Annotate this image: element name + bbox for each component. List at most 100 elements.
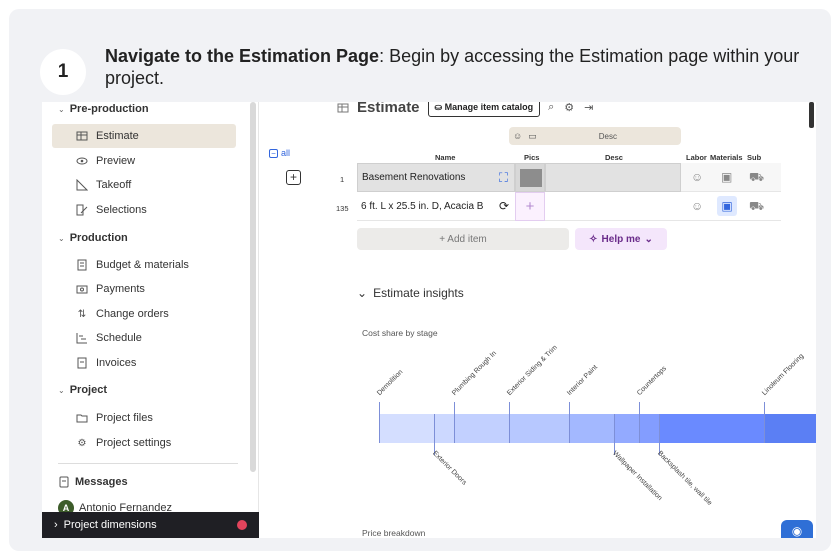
tutorial-card: 1 Navigate to the Estimation Page: Begin…: [9, 9, 831, 551]
col-sub: Sub: [747, 153, 762, 162]
stage-segment[interactable]: [764, 414, 816, 443]
truck-icon[interactable]: ⛟: [749, 199, 764, 215]
row-name: 6 ft. L x 25.5 in. D, Acacia B: [361, 200, 484, 212]
sidebar-item-schedule[interactable]: Schedule: [52, 326, 236, 350]
materials-icon[interactable]: ▣: [717, 196, 737, 216]
row-desc[interactable]: [545, 163, 681, 192]
section-production[interactable]: ⌄ Production: [58, 232, 128, 244]
section-project[interactable]: ⌄ Project: [58, 384, 107, 396]
stage-tick: [764, 402, 765, 443]
stage-label: Exterior Doors: [431, 450, 468, 487]
labor-icon[interactable]: ☺: [691, 199, 703, 213]
calculator-icon: [76, 259, 88, 271]
table-row[interactable]: Basement Renovations ⛶: [357, 163, 515, 192]
app-screenshot: ⌄ Pre-production Estimate Preview Takeoff…: [42, 102, 816, 538]
stage-tick: [659, 414, 660, 455]
sidebar-item-selections[interactable]: Selections: [52, 198, 236, 222]
sidebar-item-project-settings[interactable]: ⚙ Project settings: [52, 431, 236, 455]
sidebar-scrollbar[interactable]: [250, 102, 256, 472]
collapse-icon: −: [269, 148, 278, 158]
row-desc[interactable]: [545, 192, 681, 221]
sync-icon: ⟳: [498, 199, 509, 213]
section-pre-production[interactable]: ⌄ Pre-production: [58, 103, 149, 115]
step-title: Navigate to the Estimation Page: [105, 46, 380, 66]
manage-item-catalog-button[interactable]: ⛀ Manage item catalog: [427, 102, 541, 117]
sidebar-item-messages[interactable]: Messages: [58, 476, 128, 488]
table-row[interactable]: 6 ft. L x 25.5 in. D, Acacia B ⟳: [357, 192, 515, 221]
stage-segment[interactable]: [509, 414, 569, 443]
stage-tick: [434, 414, 435, 455]
message-icon: [58, 476, 70, 488]
col-labor: Labor: [686, 153, 707, 162]
invoice-icon: [76, 357, 88, 369]
stage-label: Backsplash tile, wall tile: [656, 450, 713, 507]
cost-share-label: Cost share by stage: [362, 328, 438, 338]
stage-tick: [569, 402, 570, 443]
folder-icon: [76, 412, 88, 424]
row-flags: ☺ ▣ ⛟: [681, 163, 781, 192]
search-icon[interactable]: ⌕: [548, 102, 554, 114]
stage-tick: [639, 402, 640, 443]
sidebar-item-preview[interactable]: Preview: [52, 149, 236, 173]
stage-segment[interactable]: [659, 414, 764, 443]
row-flags: ☺ ▣ ⛟: [681, 192, 781, 221]
main-scrollbar[interactable]: [809, 102, 814, 128]
add-group-button[interactable]: +: [286, 170, 301, 185]
sidebar-item-change-orders[interactable]: ⇅ Change orders: [52, 302, 236, 326]
add-item-button[interactable]: + Add item: [357, 228, 569, 250]
stage-tick: [509, 402, 510, 443]
project-sidebar: ⌄ Pre-production Estimate Preview Takeoff…: [42, 102, 259, 538]
stage-label: Wallpaper Installation: [611, 450, 664, 503]
labor-icon[interactable]: ☺: [691, 170, 703, 184]
ruler-icon: [76, 179, 88, 191]
stage-segment[interactable]: [639, 414, 659, 443]
truck-icon[interactable]: ⛟: [749, 170, 764, 186]
project-dimensions-bar[interactable]: › Project dimensions: [42, 512, 259, 538]
add-picture-button[interactable]: +: [515, 192, 545, 221]
table-icon: [76, 130, 88, 142]
column-group-header: ☺ ▭ Desc: [509, 127, 681, 145]
price-breakdown-label: Price breakdown: [362, 528, 426, 538]
chevron-right-icon: ›: [54, 519, 58, 531]
gear-icon: ⚙: [77, 437, 87, 449]
table-icon: [337, 102, 349, 114]
stage-label: Plumbing Rough In: [451, 349, 499, 397]
stage-segment[interactable]: [434, 414, 454, 443]
sidebar-item-project-files[interactable]: Project files: [52, 406, 236, 430]
stage-segment[interactable]: [454, 414, 509, 443]
thumbnail-image: [520, 169, 542, 187]
monitor-icon: ▭: [528, 130, 537, 141]
step-number-badge: 1: [40, 49, 86, 95]
stage-segment[interactable]: [379, 414, 434, 443]
sidebar-item-payments[interactable]: Payments: [52, 277, 236, 301]
col-desc: Desc: [605, 153, 623, 162]
materials-icon[interactable]: ▣: [721, 170, 732, 184]
sidebar-item-budget[interactable]: Budget & materials: [52, 253, 236, 277]
sidebar-item-estimate[interactable]: Estimate: [52, 124, 236, 148]
notification-dot: [237, 520, 247, 530]
expand-all-toggle[interactable]: − all: [269, 148, 290, 158]
export-icon[interactable]: ⇥: [584, 102, 593, 114]
gear-icon[interactable]: ⚙: [564, 102, 574, 114]
stage-tick: [379, 402, 380, 443]
sidebar-item-invoices[interactable]: Invoices: [52, 351, 236, 375]
group-icon: ⛶: [498, 169, 508, 185]
col-materials: Materials: [710, 153, 743, 162]
chevron-down-icon: ⌄: [357, 286, 368, 300]
row-name: Basement Renovations: [362, 172, 466, 183]
col-pics: Pics: [524, 153, 540, 162]
chevron-down-icon: ⌄: [58, 104, 65, 114]
stage-segment[interactable]: [569, 414, 614, 443]
chevron-down-icon: ⌄: [58, 233, 65, 243]
help-me-button[interactable]: ✧ Help me ⌄: [575, 228, 667, 250]
sidebar-item-takeoff[interactable]: Takeoff: [52, 173, 236, 197]
help-chat-button[interactable]: ◉: [781, 520, 813, 538]
row-number: 1: [340, 175, 345, 184]
row-picture[interactable]: [515, 163, 545, 192]
page-title: Estimate: [357, 102, 420, 116]
stage-tick: [614, 414, 615, 455]
estimate-insights-toggle[interactable]: ⌄ Estimate insights: [357, 286, 464, 300]
estimate-header: Estimate ⛀ Manage item catalog ⌕ ⚙ ⇥: [337, 102, 593, 117]
change-icon: ⇅: [77, 308, 87, 320]
stage-segment[interactable]: [614, 414, 639, 443]
